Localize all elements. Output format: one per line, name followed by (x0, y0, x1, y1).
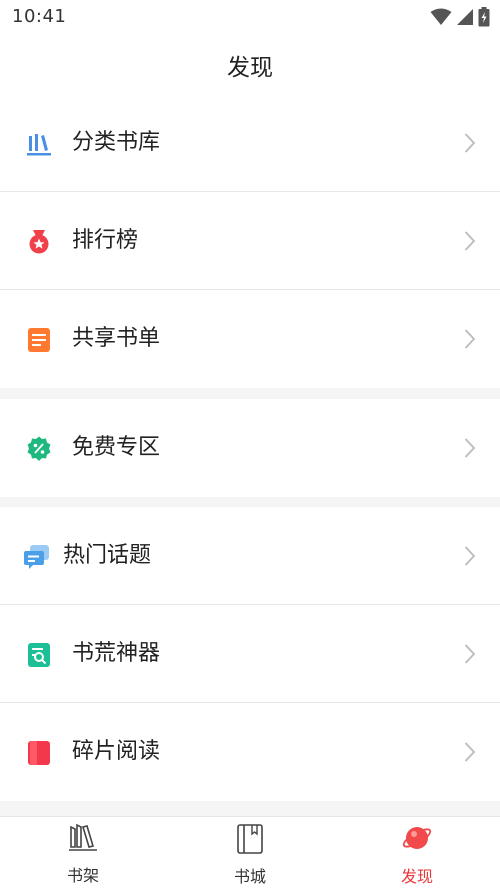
chevron-right-icon (464, 644, 476, 664)
chevron-right-icon (464, 231, 476, 251)
signal-icon (457, 9, 473, 25)
tab-label: 发现 (400, 867, 433, 886)
tab-bookstore[interactable]: 书城 (167, 817, 333, 889)
booklist-icon (28, 328, 50, 352)
menu-item-book-finder[interactable]: 书荒神器 (0, 605, 500, 703)
menu-item-label: 排行榜 (72, 228, 139, 253)
medal-icon (29, 230, 49, 254)
menu-item-ranking[interactable]: 排行榜 (0, 192, 500, 290)
battery-icon (478, 7, 490, 27)
menu-item-label: 共享书单 (72, 326, 161, 351)
menu-group-2: 免费专区 (0, 399, 500, 497)
page-title: 发现 (227, 55, 273, 81)
bottom-tab-bar: 书架 书城 发现 (0, 816, 500, 889)
app-header: 发现 (0, 34, 500, 94)
library-icon (27, 134, 51, 156)
free-badge-icon (27, 436, 51, 461)
chevron-right-icon (464, 329, 476, 349)
status-icons (430, 6, 490, 28)
status-bar: 10:41 (0, 0, 500, 34)
tab-label: 书城 (233, 867, 266, 886)
book-icon (237, 824, 263, 854)
wifi-icon (430, 8, 452, 25)
status-time: 10:41 (12, 6, 67, 27)
menu-item-label: 书荒神器 (72, 641, 161, 666)
planet-icon (402, 827, 432, 849)
chevron-right-icon (464, 742, 476, 762)
menu-group-1: 分类书库 排行榜 共享书单 (0, 94, 500, 388)
menu-item-free-zone[interactable]: 免费专区 (0, 399, 500, 497)
menu-group-3: 热门话题 书荒神器 碎片阅读 (0, 507, 500, 801)
menu-item-shared-booklist[interactable]: 共享书单 (0, 290, 500, 388)
chevron-right-icon (464, 438, 476, 458)
menu-item-label: 热门话题 (63, 543, 152, 568)
menu-item-hot-topics[interactable]: 热门话题 (0, 507, 500, 605)
tab-discover[interactable]: 发现 (334, 817, 500, 889)
bookshelf-icon (69, 823, 97, 851)
chevron-right-icon (464, 546, 476, 566)
chat-icon (24, 545, 49, 569)
menu-item-label: 免费专区 (72, 435, 161, 460)
menu-item-category-library[interactable]: 分类书库 (0, 94, 500, 192)
red-book-icon (28, 741, 50, 765)
menu-item-fragment-reading[interactable]: 碎片阅读 (0, 703, 500, 801)
menu-item-label: 碎片阅读 (72, 739, 161, 764)
menu-item-label: 分类书库 (72, 130, 161, 155)
tab-bookshelf[interactable]: 书架 (0, 817, 166, 889)
book-search-icon (28, 643, 50, 667)
tab-label: 书架 (66, 866, 99, 885)
chevron-right-icon (464, 133, 476, 153)
